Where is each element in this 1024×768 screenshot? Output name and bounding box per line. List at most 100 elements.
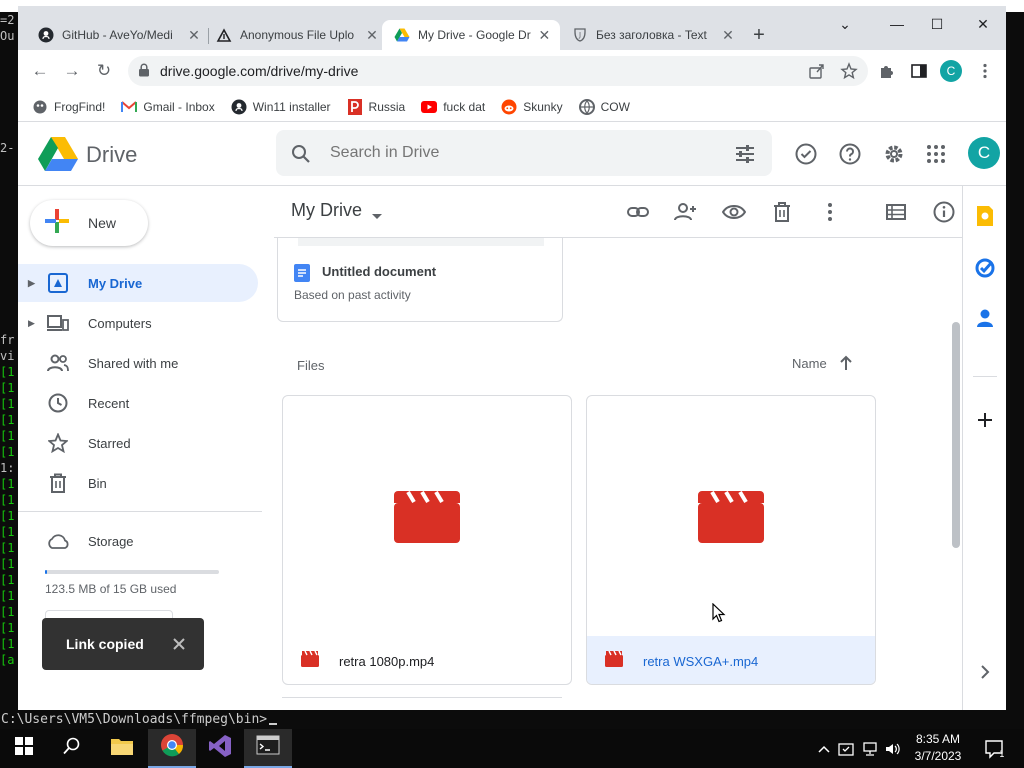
console-line: [1 xyxy=(0,493,15,507)
drive-main-content: My Drive Untitled document Based on past… xyxy=(274,186,962,710)
tray-chevron-up-icon[interactable] xyxy=(816,741,832,757)
bookmark-star-icon[interactable] xyxy=(840,62,858,80)
caret-down-icon[interactable] xyxy=(371,208,383,226)
search-icon[interactable] xyxy=(290,143,312,170)
info-icon[interactable] xyxy=(932,200,956,224)
close-window-button[interactable]: ✕ xyxy=(968,16,998,33)
console-line: [1 xyxy=(0,429,15,443)
expand-arrow-icon[interactable]: ▶ xyxy=(28,318,44,329)
expand-arrow-icon[interactable]: ▶ xyxy=(28,278,44,289)
share-icon[interactable] xyxy=(808,62,826,80)
trash-icon[interactable] xyxy=(770,200,794,224)
sort-ascending-icon[interactable] xyxy=(838,354,854,377)
taskbar-clock[interactable]: 8:35 AM 3/7/2023 xyxy=(906,731,970,765)
apps-grid-icon[interactable] xyxy=(924,142,948,166)
tray-volume-icon[interactable] xyxy=(884,741,900,757)
console-line: [1 xyxy=(0,637,15,651)
taskbar-search-button[interactable] xyxy=(48,729,96,768)
sidebar-item-starred[interactable]: Starred xyxy=(18,424,258,462)
sidebar-item-bin[interactable]: Bin xyxy=(18,464,258,502)
browser-toolbar: ← → ↻ drive.google.com/drive/my-drive C xyxy=(18,50,1006,92)
taskbar-visual-studio[interactable] xyxy=(196,729,244,768)
drive-header: Drive C xyxy=(18,122,1006,186)
close-tab-icon[interactable]: ✕ xyxy=(537,27,552,44)
sidebar-item-computers[interactable]: ▶ Computers xyxy=(18,304,258,342)
bookmark-skunky[interactable]: Skunky xyxy=(501,99,563,115)
account-avatar[interactable]: C xyxy=(968,137,1000,169)
address-bar[interactable]: drive.google.com/drive/my-drive xyxy=(128,56,868,86)
file-card[interactable]: retra 1080p.mp4 xyxy=(282,395,572,685)
list-view-icon[interactable] xyxy=(884,200,908,224)
taskbar-command-prompt[interactable] xyxy=(244,729,292,768)
tab-github[interactable]: GitHub - AveYo/Medi ✕ xyxy=(26,20,210,50)
reload-button[interactable]: ↻ xyxy=(92,59,116,83)
search-input[interactable] xyxy=(330,141,710,165)
preview-eye-icon[interactable] xyxy=(721,200,747,224)
sort-by-name[interactable]: Name xyxy=(792,356,827,371)
bookmark-cow[interactable]: COW xyxy=(578,98,630,115)
maximize-button[interactable]: ☐ xyxy=(922,16,952,33)
settings-gear-icon[interactable] xyxy=(882,142,906,166)
tab-search-icon[interactable]: ⌄ xyxy=(830,16,860,33)
sidebar-item-shared[interactable]: Shared with me xyxy=(18,344,258,382)
file-card-selected[interactable]: retra WSXGA+.mp4 xyxy=(586,395,876,685)
new-button[interactable]: New xyxy=(30,200,148,246)
expand-panel-chevron-icon[interactable] xyxy=(973,660,997,684)
tasks-icon[interactable] xyxy=(973,256,997,280)
profile-avatar[interactable]: C xyxy=(940,60,962,82)
side-panel-icon[interactable] xyxy=(910,62,928,80)
link-icon[interactable] xyxy=(626,200,650,224)
terminal-icon xyxy=(256,735,280,760)
add-addon-icon[interactable] xyxy=(973,408,997,432)
close-icon[interactable] xyxy=(170,635,188,653)
tab-text-editor[interactable]: J Без заголовка - Text ✕ xyxy=(560,20,744,50)
help-icon[interactable] xyxy=(838,142,862,166)
sidebar-item-storage[interactable]: Storage xyxy=(18,522,258,560)
bookmark-win11-installer[interactable]: Win11 installer xyxy=(231,99,331,115)
menu-kebab-icon[interactable] xyxy=(976,62,994,80)
sidebar-item-recent[interactable]: Recent xyxy=(18,384,258,422)
suggested-reason: Based on past activity xyxy=(294,288,411,302)
offline-ready-icon[interactable] xyxy=(794,142,818,166)
bookmark-youtube[interactable]: fuck dat xyxy=(421,99,485,115)
file-thumbnail xyxy=(587,396,875,636)
more-actions-icon[interactable] xyxy=(818,200,842,224)
forward-button[interactable]: → xyxy=(60,59,84,83)
notification-center-icon[interactable]: 1 xyxy=(984,739,1005,760)
tab-my-drive[interactable]: My Drive - Google Dr ✕ xyxy=(382,20,560,50)
bookmark-frogfind[interactable]: FrogFind! xyxy=(32,99,105,115)
location-title[interactable]: My Drive xyxy=(291,200,362,221)
console-prompt[interactable]: C:\Users\VM5\Downloads\ffmpeg\bin> xyxy=(0,711,1024,729)
close-tab-icon[interactable]: ✕ xyxy=(364,27,380,44)
back-button[interactable]: ← xyxy=(28,59,52,83)
tab-file-upload[interactable]: Anonymous File Uplo ✕ xyxy=(204,20,388,50)
start-button[interactable] xyxy=(0,729,48,768)
reddit-icon xyxy=(501,99,517,115)
new-tab-button[interactable]: + xyxy=(748,24,770,46)
search-options-icon[interactable] xyxy=(734,143,756,170)
sidebar-item-my-drive[interactable]: ▶ My Drive xyxy=(18,264,258,302)
tray-network-icon[interactable] xyxy=(862,741,878,757)
bookmark-gmail[interactable]: Gmail - Inbox xyxy=(121,99,215,115)
bookmark-russia[interactable]: Russia xyxy=(347,98,405,115)
mouse-pointer-icon xyxy=(712,602,726,628)
drive-logo-icon[interactable] xyxy=(38,136,78,172)
contacts-icon[interactable] xyxy=(973,306,997,330)
close-tab-icon[interactable]: ✕ xyxy=(186,27,202,44)
share-person-icon[interactable] xyxy=(674,200,698,224)
windows-taskbar: 8:35 AM 3/7/2023 1 xyxy=(0,729,1024,768)
close-tab-icon[interactable]: ✕ xyxy=(720,27,736,44)
taskbar-file-explorer[interactable] xyxy=(98,729,146,768)
upload-icon xyxy=(216,27,232,43)
taskbar-chrome[interactable] xyxy=(148,729,196,768)
minimize-button[interactable]: — xyxy=(882,16,912,32)
keep-icon[interactable] xyxy=(973,204,997,228)
suggested-file-card[interactable]: Untitled document Based on past activity xyxy=(277,238,563,322)
tray-security-icon[interactable] xyxy=(838,741,854,757)
console-line: 2- xyxy=(0,141,15,155)
content-scrollbar-thumb[interactable] xyxy=(952,322,960,548)
extensions-icon[interactable] xyxy=(878,62,896,80)
